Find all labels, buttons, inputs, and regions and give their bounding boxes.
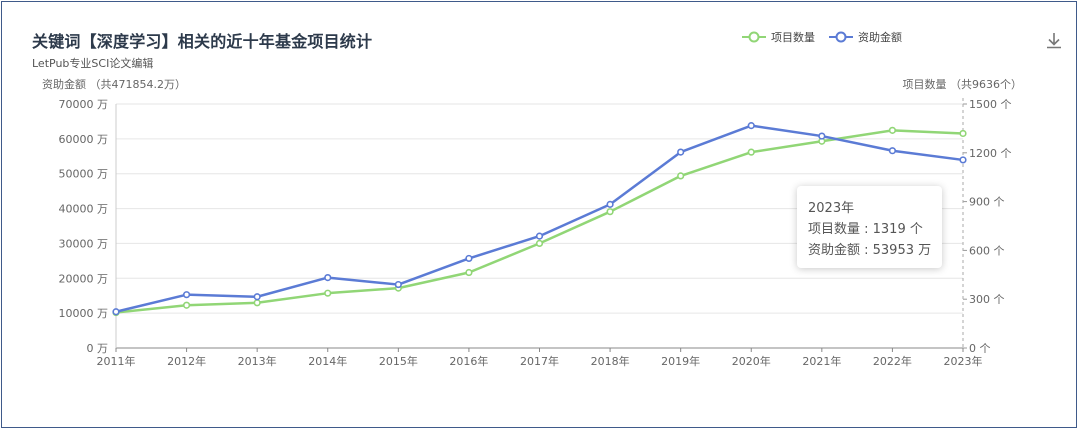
data-point — [888, 147, 897, 155]
left-tick-label: 50000 万 — [59, 168, 109, 181]
data-point — [535, 232, 544, 240]
data-point — [112, 308, 120, 316]
x-tick-label: 2013年 — [238, 354, 277, 368]
data-point — [818, 132, 826, 140]
left-tick-label: 40000 万 — [59, 203, 109, 216]
x-tick-label: 2017年 — [520, 354, 559, 368]
right-tick-label: 600 个 — [969, 244, 1005, 257]
x-tick-label: 2019年 — [661, 354, 700, 368]
chart-tooltip: 2023年 项目数量 : 1319 个 资助金额 : 53953 万 — [797, 186, 942, 268]
data-point — [465, 254, 473, 263]
tooltip-year: 2023年 — [808, 201, 855, 216]
right-tick-label: 900 个 — [969, 196, 1005, 209]
data-point — [747, 148, 755, 156]
data-point — [182, 301, 191, 309]
data-point — [324, 273, 332, 282]
left-tick-label: 10000 万 — [59, 307, 109, 320]
data-point — [959, 156, 967, 164]
x-tick-label: 2022年 — [873, 354, 912, 368]
left-tick-label: 0 万 — [87, 342, 109, 355]
x-tick-label: 2018年 — [591, 354, 630, 368]
data-point — [535, 239, 544, 248]
x-tick-label: 2012年 — [167, 354, 206, 368]
data-point — [606, 200, 614, 208]
data-point — [253, 299, 261, 307]
x-tick-label: 2023年 — [944, 354, 983, 368]
data-point — [324, 289, 332, 297]
tooltip-funding-amount: 资助金额 : 53953 万 — [808, 243, 932, 258]
right-tick-label: 1500 个 — [969, 98, 1012, 111]
data-point — [677, 148, 685, 156]
x-tick-label: 2021年 — [802, 354, 841, 368]
data-point — [888, 126, 897, 134]
x-tick-label: 2016年 — [449, 354, 488, 368]
right-tick-label: 300 个 — [969, 293, 1005, 306]
data-point — [959, 129, 967, 138]
x-tick-label: 2014年 — [308, 354, 347, 368]
data-point — [606, 208, 614, 216]
right-tick-label: 1200 个 — [969, 147, 1012, 160]
left-tick-label: 60000 万 — [59, 133, 109, 146]
data-point — [677, 172, 685, 180]
right-tick-label: 0 个 — [969, 342, 991, 355]
data-point — [747, 122, 755, 130]
x-tick-label: 2015年 — [379, 354, 418, 368]
left-tick-label: 20000 万 — [59, 272, 109, 285]
x-tick-label: 2020年 — [732, 354, 771, 368]
left-tick-label: 70000 万 — [59, 98, 109, 111]
data-point — [394, 280, 402, 289]
tooltip-project-count: 项目数量 : 1319 个 — [808, 222, 923, 237]
data-point — [253, 293, 261, 301]
left-tick-label: 30000 万 — [59, 237, 109, 250]
data-point — [182, 291, 191, 299]
data-point — [465, 268, 473, 277]
x-tick-label: 2011年 — [97, 354, 136, 368]
